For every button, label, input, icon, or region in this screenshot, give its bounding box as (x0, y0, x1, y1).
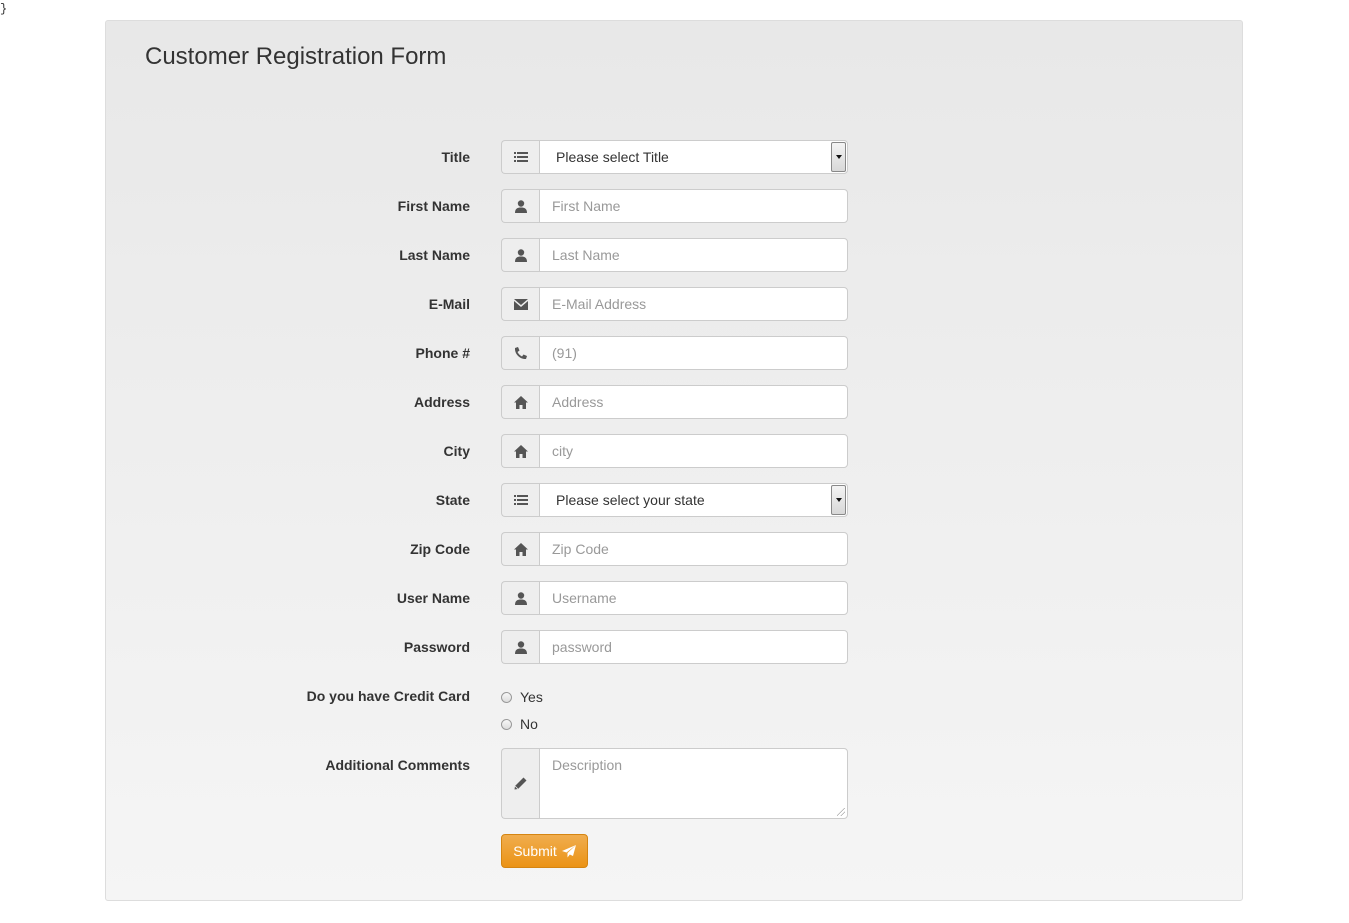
credit-card-option-no[interactable]: No (501, 714, 538, 734)
stray-brace-text: } (0, 2, 8, 16)
send-icon (561, 844, 576, 857)
chevron-down-icon[interactable] (831, 485, 846, 515)
email-row: E-Mail (106, 287, 1242, 321)
state-label: State (435, 492, 470, 508)
first-name-row: First Name (106, 189, 1242, 223)
zip-label: Zip Code (410, 541, 470, 557)
title-input-group: Please select Title (501, 140, 848, 174)
first-name-field[interactable] (539, 189, 848, 223)
username-input-group (501, 581, 848, 615)
address-field[interactable] (539, 385, 848, 419)
title-select-value: Please select Title (556, 149, 669, 165)
list-icon (501, 483, 539, 517)
radio-no-label: No (520, 716, 538, 732)
comments-row: Additional Comments (106, 748, 1242, 819)
user-icon (501, 581, 539, 615)
radio-no[interactable] (501, 718, 512, 730)
state-row: State Please select your state (106, 483, 1242, 517)
comments-input-group (501, 748, 848, 819)
submit-label: Submit (513, 843, 557, 859)
address-label: Address (413, 394, 470, 410)
first-name-input-group (501, 189, 848, 223)
password-field[interactable] (539, 630, 848, 664)
comments-textarea-wrap (539, 748, 848, 819)
phone-icon (501, 336, 539, 370)
zip-field[interactable] (539, 532, 848, 566)
last-name-row: Last Name (106, 238, 1242, 272)
list-icon (501, 140, 539, 174)
title-select[interactable]: Please select Title (539, 140, 848, 174)
registration-panel: Customer Registration Form Title Please … (105, 20, 1243, 901)
password-row: Password (106, 630, 1242, 664)
password-input-group (501, 630, 848, 664)
city-row: City (106, 434, 1242, 468)
zip-row: Zip Code (106, 532, 1242, 566)
address-input-group (501, 385, 848, 419)
home-icon (501, 385, 539, 419)
phone-field[interactable] (539, 336, 848, 370)
comments-label: Additional Comments (325, 757, 470, 773)
user-icon (501, 238, 539, 272)
envelope-icon (501, 287, 539, 321)
home-icon (501, 434, 539, 468)
state-select[interactable]: Please select your state (539, 483, 848, 517)
username-row: User Name (106, 581, 1242, 615)
state-input-group: Please select your state (501, 483, 848, 517)
first-name-label: First Name (397, 198, 470, 214)
page-title: Customer Registration Form (145, 43, 447, 70)
credit-card-row: Do you have Credit Card (106, 679, 1242, 713)
phone-row: Phone # (106, 336, 1242, 370)
phone-input-group (501, 336, 848, 370)
pencil-icon (501, 748, 539, 819)
radio-yes-label: Yes (520, 689, 543, 705)
zip-input-group (501, 532, 848, 566)
last-name-input-group (501, 238, 848, 272)
credit-card-label: Do you have Credit Card (306, 688, 470, 704)
email-field[interactable] (539, 287, 848, 321)
home-icon (501, 532, 539, 566)
last-name-label: Last Name (399, 247, 470, 263)
email-label: E-Mail (428, 296, 470, 312)
comments-textarea[interactable] (539, 748, 848, 819)
title-label: Title (441, 149, 470, 165)
city-input-group (501, 434, 848, 468)
last-name-field[interactable] (539, 238, 848, 272)
password-label: Password (403, 639, 470, 655)
resize-grip-icon[interactable] (837, 808, 845, 816)
user-icon (501, 630, 539, 664)
user-icon (501, 189, 539, 223)
chevron-down-icon[interactable] (831, 142, 846, 172)
radio-yes[interactable] (501, 691, 512, 703)
username-field[interactable] (539, 581, 848, 615)
phone-label: Phone # (415, 345, 470, 361)
username-label: User Name (396, 590, 470, 606)
email-input-group (501, 287, 848, 321)
title-row: Title Please select Title (106, 140, 1242, 174)
city-field[interactable] (539, 434, 848, 468)
credit-card-option-yes[interactable]: Yes (501, 687, 543, 707)
state-select-value: Please select your state (556, 492, 705, 508)
submit-button[interactable]: Submit (501, 834, 588, 868)
city-label: City (443, 443, 470, 459)
address-row: Address (106, 385, 1242, 419)
